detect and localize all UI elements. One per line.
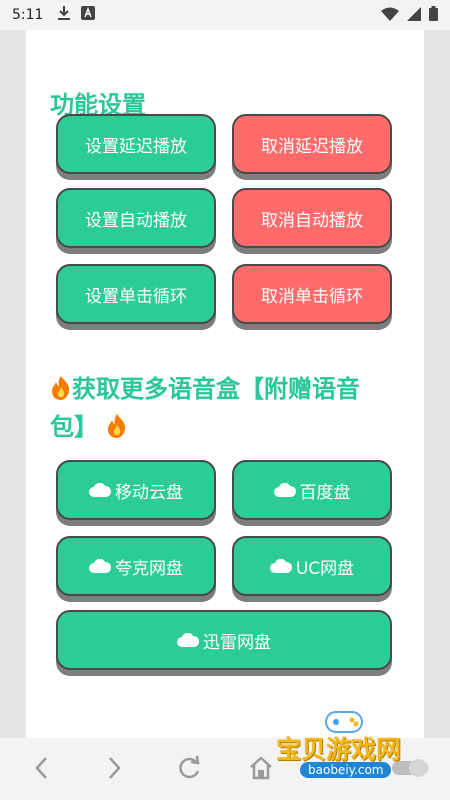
set-auto-button[interactable]: 设置自动播放 <box>56 188 216 248</box>
a-icon <box>81 5 96 25</box>
cancel-auto-button[interactable]: 取消自动播放 <box>232 188 392 248</box>
fire-icon <box>50 375 72 410</box>
set-loop-button[interactable]: 设置单击循环 <box>56 264 216 324</box>
watermark-name: 宝贝游戏网 <box>276 735 402 764</box>
xunlei-label: 迅雷网盘 <box>203 632 271 653</box>
xunlei-button[interactable]: 迅雷网盘 <box>56 610 392 670</box>
cloud-icon <box>177 633 199 647</box>
cloud-icon <box>89 483 111 497</box>
quark-label: 夸克网盘 <box>115 558 183 579</box>
set-loop-label: 设置单击循环 <box>85 286 187 307</box>
watermark: 宝贝游戏网 baobeiy.com <box>270 700 430 790</box>
set-delay-label: 设置延迟播放 <box>85 136 187 157</box>
mobile-cloud-button[interactable]: 移动云盘 <box>56 460 216 520</box>
download-icon <box>57 5 71 25</box>
battery-icon <box>429 5 438 25</box>
mobile-cloud-label: 移动云盘 <box>115 482 183 503</box>
cancel-delay-button[interactable]: 取消延迟播放 <box>232 114 392 174</box>
set-delay-button[interactable]: 设置延迟播放 <box>56 114 216 174</box>
cloud-icon <box>89 559 111 573</box>
section-title-more-text1: 获取更多语音盒【附赠语音 <box>72 375 360 403</box>
cloud-icon <box>269 559 292 573</box>
section-title-more-text2: 包】 <box>50 413 98 441</box>
wifi-icon <box>381 6 399 25</box>
cloud-icon <box>273 483 296 497</box>
forward-icon[interactable] <box>104 754 124 786</box>
content-card: 功能设置 设置延迟播放 取消延迟播放 设置自动播放 取消自动播放 设置单击循环 … <box>26 30 424 738</box>
refresh-icon[interactable] <box>176 754 202 786</box>
cancel-delay-label: 取消延迟播放 <box>261 136 363 157</box>
signal-icon <box>407 6 421 25</box>
cancel-loop-button[interactable]: 取消单击循环 <box>232 264 392 324</box>
baidu-label: 百度盘 <box>299 482 351 503</box>
quark-button[interactable]: 夸克网盘 <box>56 536 216 596</box>
uc-button[interactable]: UC网盘 <box>232 536 392 596</box>
fire-icon <box>106 413 128 448</box>
status-time: 5:11 <box>12 7 44 23</box>
uc-label: UC网盘 <box>295 558 355 579</box>
cancel-loop-label: 取消单击循环 <box>261 286 363 307</box>
status-bar: 5:11 <box>0 0 450 30</box>
back-icon[interactable] <box>32 754 52 786</box>
baidu-button[interactable]: 百度盘 <box>232 460 392 520</box>
watermark-domain: baobeiy.com <box>300 762 392 778</box>
set-auto-label: 设置自动播放 <box>85 210 187 231</box>
section-title-more: 获取更多语音盒【附赠语音 包】 <box>50 372 400 448</box>
cancel-auto-label: 取消自动播放 <box>261 210 363 231</box>
